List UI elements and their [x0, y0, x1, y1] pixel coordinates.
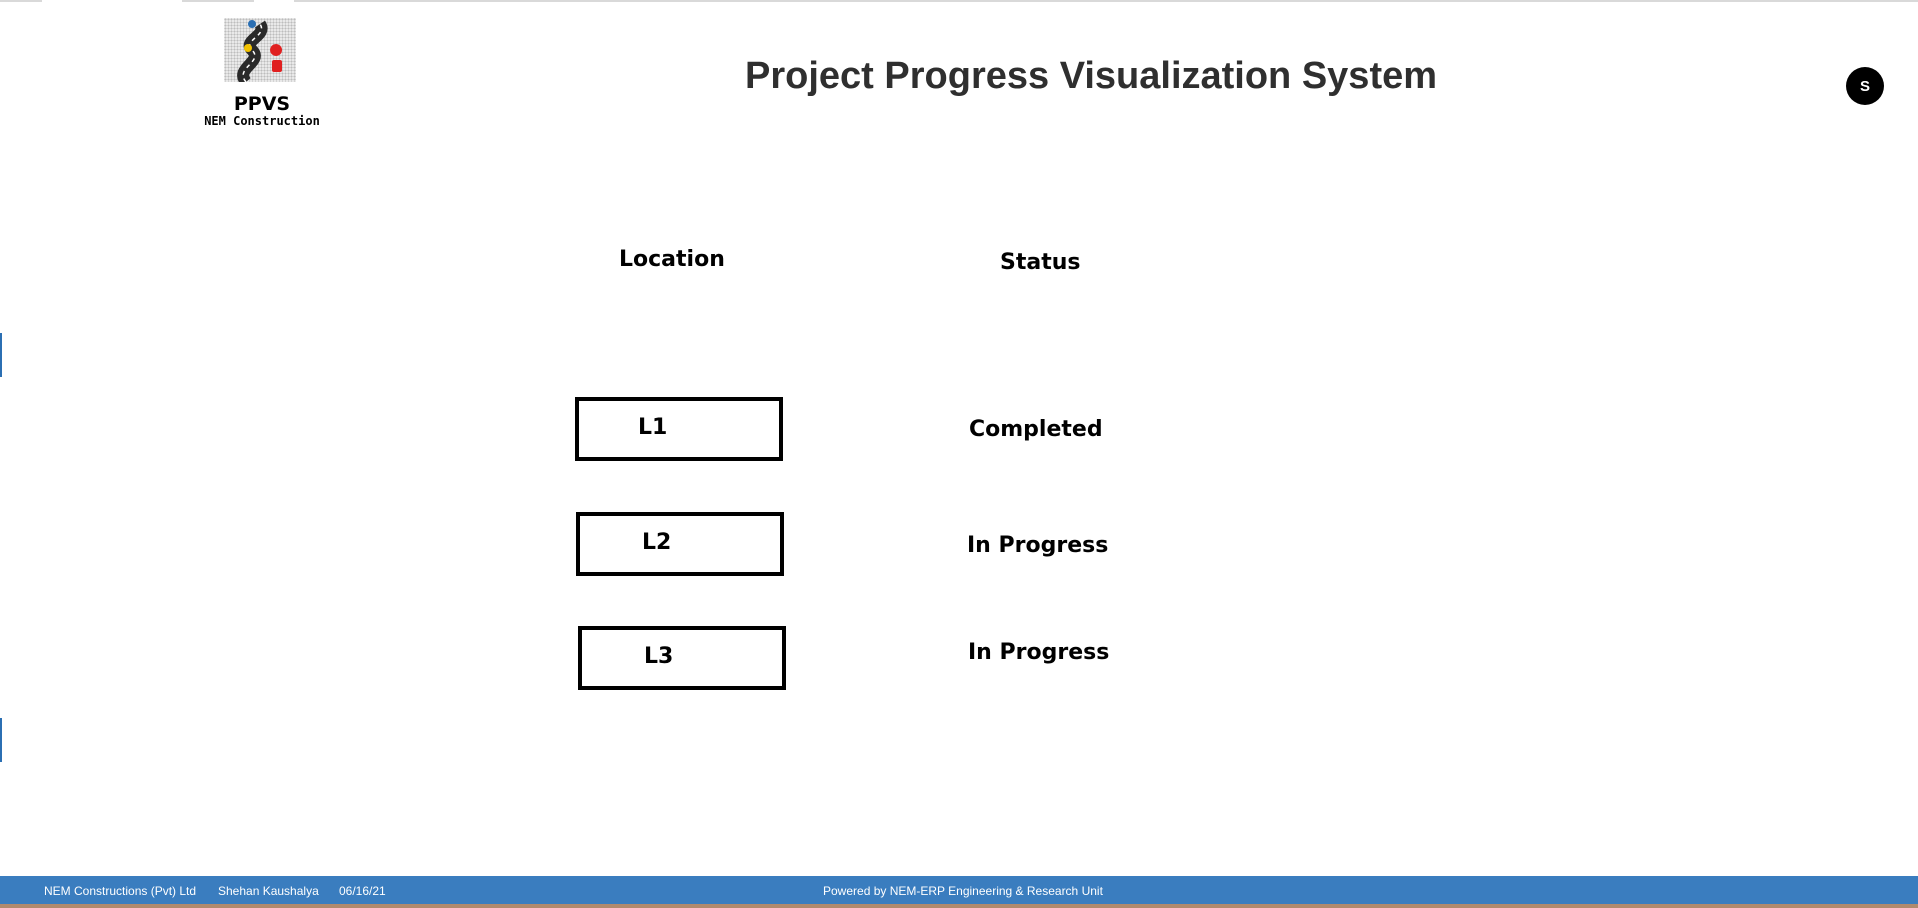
app-screen: PPVS NEM Construction Project Progress V… [0, 0, 1918, 908]
avatar-initial: S [1859, 77, 1870, 95]
footer-bar: NEM Constructions (Pvt) Ltd Shehan Kaush… [0, 876, 1918, 904]
location-column-header: Location [619, 247, 725, 272]
left-edge-marker [0, 333, 2, 377]
location-button-l1[interactable]: L1 [575, 397, 783, 461]
status-column-header: Status [1000, 250, 1081, 275]
logo-subtitle: NEM Construction [204, 114, 320, 128]
location-button-l3[interactable]: L3 [578, 626, 786, 690]
location-label: L2 [642, 530, 672, 555]
footer-date: 06/16/21 [339, 884, 386, 898]
status-label-l1: Completed [969, 417, 1103, 442]
footer-company: NEM Constructions (Pvt) Ltd [44, 884, 197, 898]
footer-user: Shehan Kaushalya [218, 884, 319, 898]
footer-powered-by: Powered by NEM-ERP Engineering & Researc… [823, 884, 1103, 898]
status-label-l3: In Progress [968, 640, 1110, 665]
location-button-l2[interactable]: L2 [576, 512, 784, 576]
left-edge-marker [0, 718, 2, 762]
bottom-strip [0, 904, 1918, 908]
location-label: L3 [644, 644, 674, 669]
logo-title: PPVS [233, 93, 291, 115]
app-logo: PPVS NEM Construction [200, 18, 320, 130]
status-label-l2: In Progress [967, 533, 1109, 558]
top-tab-highlight [254, 0, 294, 3]
top-tab-highlight [42, 0, 182, 3]
page-title: Project Progress Visualization System [745, 55, 1438, 97]
location-label: L1 [638, 415, 668, 440]
user-avatar[interactable]: S [1846, 67, 1884, 105]
road-logo-icon [224, 18, 296, 86]
